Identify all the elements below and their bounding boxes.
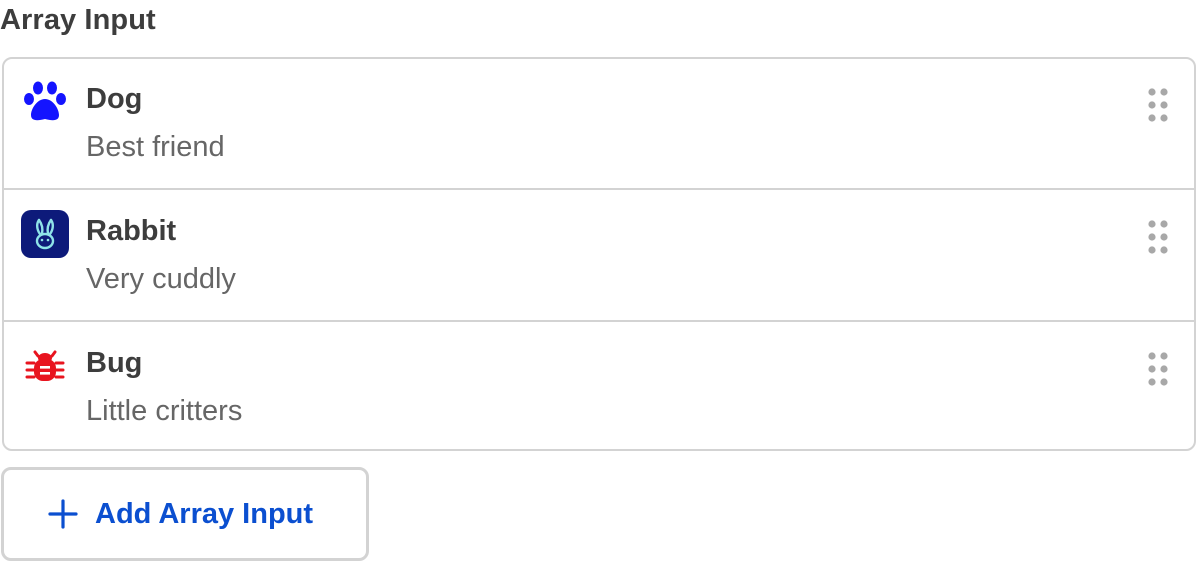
array-list: Dog Best friend Rabbit Very cuddly Bug L…	[2, 57, 1196, 451]
paw-icon	[21, 78, 69, 126]
item-description: Little critters	[86, 395, 243, 427]
item-title: Bug	[86, 347, 143, 379]
field-label: Array Input	[0, 4, 156, 36]
item-title: Dog	[86, 83, 143, 115]
add-array-input-button[interactable]: Add Array Input	[1, 467, 369, 561]
plus-icon	[47, 498, 79, 530]
list-item-dog[interactable]: Dog Best friend	[4, 59, 1194, 189]
drag-handle-icon[interactable]	[1146, 87, 1170, 123]
item-description: Very cuddly	[86, 263, 236, 295]
drag-handle-icon[interactable]	[1146, 219, 1170, 255]
bug-icon	[21, 342, 69, 390]
divider	[4, 320, 1194, 322]
add-button-label: Add Array Input	[95, 497, 314, 530]
list-item-rabbit[interactable]: Rabbit Very cuddly	[4, 191, 1194, 321]
divider	[4, 188, 1194, 190]
drag-handle-icon[interactable]	[1146, 351, 1170, 387]
item-title: Rabbit	[86, 215, 177, 247]
array-input-field: Array Input Dog Best friend Rabbit Very …	[0, 0, 1200, 562]
rabbit-icon	[21, 210, 69, 258]
list-item-bug[interactable]: Bug Little critters	[4, 323, 1194, 449]
item-description: Best friend	[86, 131, 225, 163]
